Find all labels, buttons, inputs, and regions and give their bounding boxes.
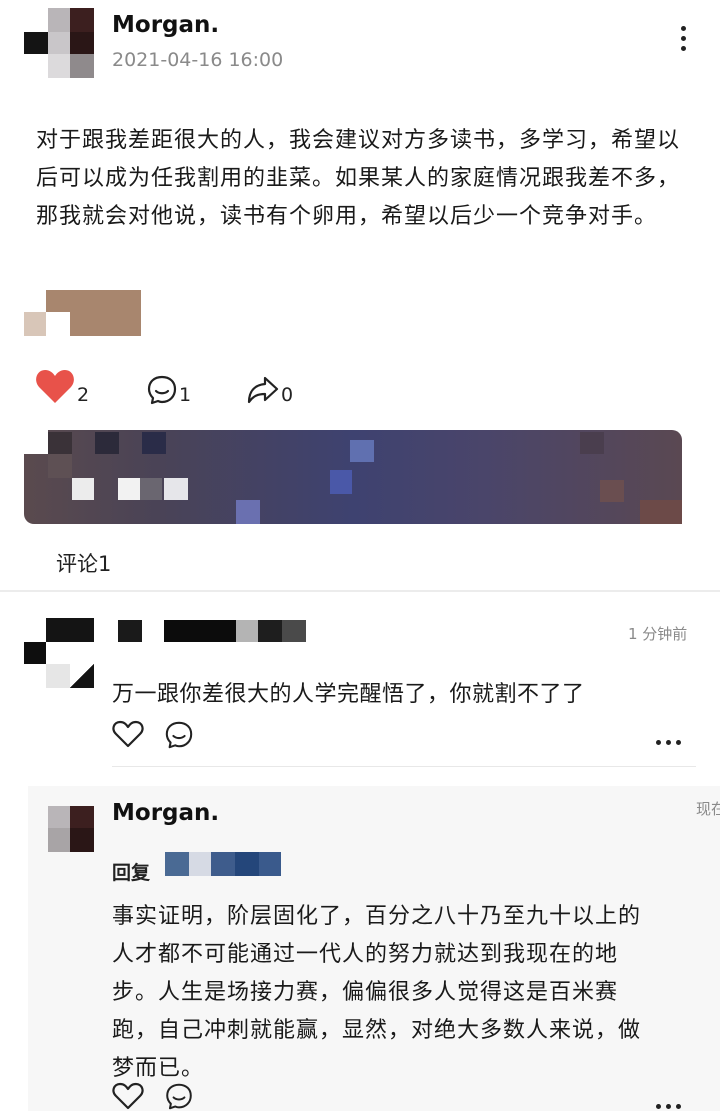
comment-bubble-icon (166, 1083, 192, 1110)
post-timestamp: 2021-04-16 16:00 (112, 49, 284, 71)
post-body-text: 对于跟我差距很大的人，我会建议对方多读书，多学习，希望以后可以成为任我割用的韭菜… (36, 128, 681, 229)
comment-time: 1 分钟前 (628, 625, 688, 643)
comment-bubble-icon (165, 721, 193, 749)
comment-bubble-icon (147, 375, 177, 405)
heart-filled-icon (36, 370, 74, 403)
reply-time: 现在 (696, 800, 720, 818)
heart-outline-icon (112, 1082, 144, 1110)
more-vertical-icon[interactable] (672, 26, 694, 56)
comment-like-button[interactable] (112, 720, 144, 752)
comment-button[interactable]: 1 (146, 366, 191, 406)
reply-like-button[interactable] (112, 1082, 144, 1111)
heart-outline-icon (112, 720, 144, 748)
share-icon (247, 376, 279, 404)
post-page: Morgan. 2021-04-16 16:00 对于跟我差距很大的人，我会建议… (0, 0, 720, 1111)
author-name[interactable]: Morgan. (112, 12, 219, 38)
share-button[interactable]: 0 (246, 366, 293, 406)
reply-to-label: 回复 (112, 862, 151, 884)
reply-author-name[interactable]: Morgan. (112, 800, 219, 826)
comment-reply-button[interactable] (164, 720, 194, 754)
comment-text: 万一跟你差很大的人学完醒悟了，你就割不了了 (112, 682, 585, 707)
more-horizontal-icon[interactable] (656, 730, 686, 745)
reply-comment-button[interactable] (164, 1082, 194, 1111)
like-button[interactable]: 2 (34, 366, 89, 406)
comments-header: 评论1 (56, 552, 112, 576)
comment-count: 1 (179, 384, 192, 406)
divider (0, 590, 720, 592)
like-count: 2 (77, 384, 90, 406)
share-count: 0 (281, 384, 294, 406)
reply-text: 事实证明，阶层固化了，百分之八十乃至九十以上的人才都不可能通过一代人的努力就达到… (112, 904, 642, 1081)
more-horizontal-icon[interactable] (656, 1094, 686, 1109)
divider (112, 766, 696, 767)
